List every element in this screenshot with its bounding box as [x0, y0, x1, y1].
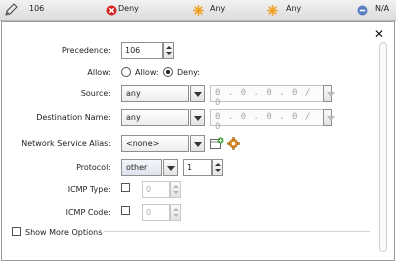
- deny-x-icon: [106, 5, 117, 16]
- header-destination: Any: [286, 4, 302, 13]
- destination-ip-dropdown[interactable]: [323, 109, 335, 126]
- show-more-label[interactable]: Show More Options: [25, 228, 102, 237]
- destination-select[interactable]: any: [121, 109, 189, 126]
- add-alias-icon[interactable]: [210, 137, 224, 150]
- destination-ip-input[interactable]: 0 . 0 . 0 . 0 / 0: [210, 109, 324, 132]
- allow-radio[interactable]: [121, 67, 131, 77]
- close-icon[interactable]: ✕: [374, 27, 384, 41]
- precedence-input[interactable]: 106: [121, 42, 163, 59]
- section-divider: [104, 231, 370, 232]
- rule-edit-dialog: ✕ Precedence: 106 Allow: Allow: Deny: So…: [1, 21, 395, 261]
- allow-radio-label: Allow:: [135, 68, 159, 77]
- icmp-code-label: ICMP Code:: [65, 208, 111, 217]
- precedence-stepper[interactable]: [163, 42, 174, 59]
- destination-dropdown-button[interactable]: [190, 109, 205, 126]
- protocol-number-stepper[interactable]: [212, 159, 223, 176]
- header-source: Any: [210, 4, 226, 13]
- allow-label: Allow:: [87, 68, 111, 77]
- icmp-type-checkbox[interactable]: [121, 183, 130, 192]
- show-more-checkbox[interactable]: [12, 227, 21, 236]
- source-ip-dropdown[interactable]: [323, 85, 335, 102]
- minus-circle-icon: [357, 5, 368, 16]
- icmp-code-input[interactable]: 0: [142, 204, 170, 221]
- icmp-type-stepper[interactable]: [170, 181, 181, 198]
- alias-dropdown-button[interactable]: [190, 135, 205, 152]
- alias-label: Network Service Alias:: [21, 139, 111, 148]
- source-ip-input[interactable]: 0 . 0 . 0 . 0 / 0: [210, 85, 324, 108]
- header-status: N/A: [375, 4, 390, 13]
- protocol-dropdown-button[interactable]: [163, 159, 178, 176]
- source-dropdown-button[interactable]: [190, 85, 205, 102]
- gear-icon[interactable]: [227, 137, 240, 150]
- icmp-type-label: ICMP Type:: [67, 185, 111, 194]
- source-label: Source:: [80, 89, 111, 98]
- deny-radio-label: Deny:: [177, 68, 200, 77]
- source-select[interactable]: any: [121, 85, 189, 102]
- rule-header-row[interactable]: 106 Deny Any Any N/A: [0, 0, 396, 21]
- icmp-type-input[interactable]: 0: [142, 181, 170, 198]
- header-action: Deny: [118, 4, 139, 13]
- header-precedence: 106: [29, 4, 45, 13]
- pencil-icon[interactable]: [3, 2, 19, 18]
- protocol-select[interactable]: other: [121, 159, 162, 176]
- vertical-scrollbar[interactable]: [379, 42, 387, 252]
- precedence-label: Precedence:: [61, 46, 111, 55]
- protocol-label: Protocol:: [76, 163, 111, 172]
- starburst-icon: [193, 5, 204, 16]
- icmp-code-checkbox[interactable]: [121, 206, 130, 215]
- destination-label: Destination Name:: [36, 113, 111, 122]
- icmp-code-stepper[interactable]: [170, 204, 181, 221]
- alias-select[interactable]: <none>: [121, 135, 189, 152]
- starburst-icon: [267, 5, 278, 16]
- protocol-number-input[interactable]: 1: [183, 159, 212, 176]
- deny-radio[interactable]: [163, 67, 173, 77]
